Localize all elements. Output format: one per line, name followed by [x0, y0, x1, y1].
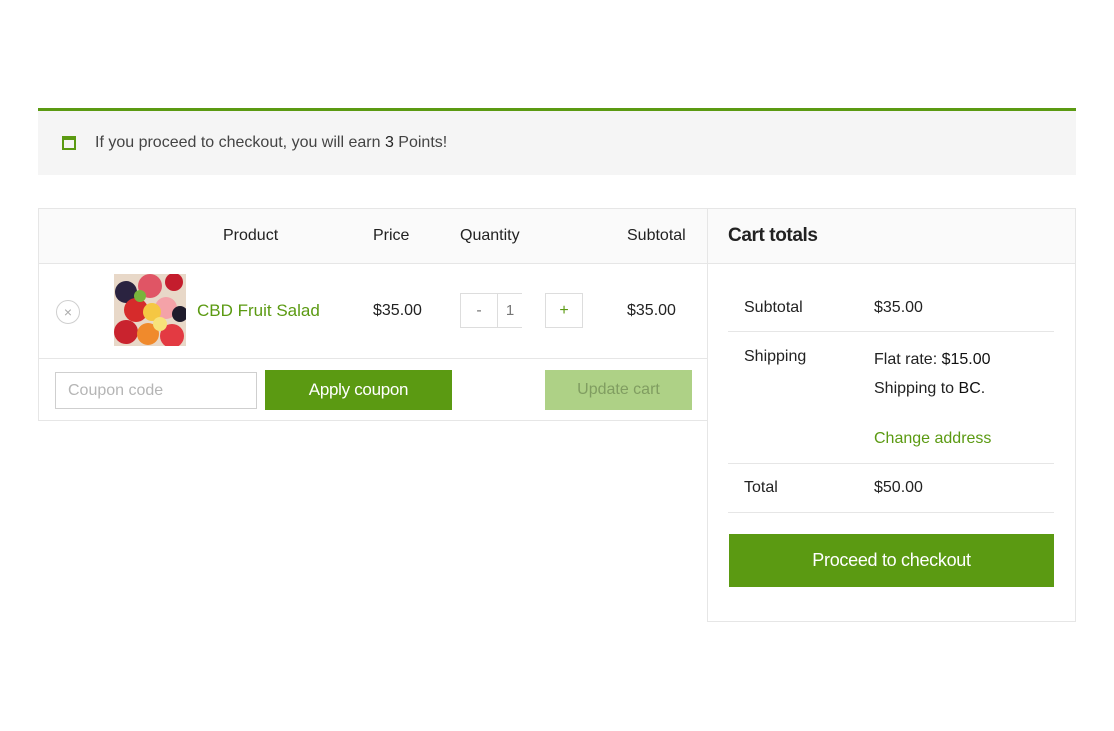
- points-notice-text: If you proceed to checkout, you will ear…: [95, 134, 448, 151]
- item-subtotal: $35.00: [627, 302, 676, 319]
- update-cart-button[interactable]: Update cart: [545, 370, 692, 410]
- shipping-destination: BC: [958, 380, 981, 397]
- apply-coupon-button[interactable]: Apply coupon: [265, 370, 452, 410]
- proceed-to-checkout-button[interactable]: Proceed to checkout: [729, 534, 1054, 587]
- cart-table: Product Price Quantity Subtotal × CBD Fr…: [38, 208, 708, 421]
- quantity-increase-button[interactable]: +: [545, 293, 583, 328]
- shipping-label: Shipping: [744, 348, 807, 365]
- quantity-stepper: - 1 +: [460, 293, 583, 328]
- shipping-to-text: Shipping to BC.: [874, 380, 986, 397]
- totals-shipping-row: Shipping Flat rate: $15.00 Shipping to B…: [728, 332, 1054, 464]
- product-name-link[interactable]: CBD Fruit Salad: [197, 301, 320, 321]
- cart-totals-panel: Cart totals Subtotal $35.00 Shipping Fla…: [707, 208, 1076, 622]
- item-price: $35.00: [373, 302, 422, 319]
- window-icon: [62, 136, 76, 150]
- total-label: Total: [744, 479, 778, 496]
- totals-subtotal-row: Subtotal $35.00: [728, 283, 1054, 332]
- flat-rate-value: $15.00: [941, 351, 991, 368]
- cart-totals-title: Cart totals: [728, 225, 818, 246]
- cart-totals-header: Cart totals: [708, 209, 1075, 264]
- header-subtotal: Subtotal: [627, 227, 686, 244]
- quantity-decrease-button[interactable]: -: [460, 293, 498, 328]
- cart-item-row: × CBD Fruit Salad $35.00 - 1 + $35.00: [39, 264, 707, 359]
- change-address-link[interactable]: Change address: [874, 430, 991, 448]
- subtotal-label: Subtotal: [744, 299, 803, 316]
- flat-rate-text: Flat rate: $15.00: [874, 351, 991, 368]
- points-count: 3: [384, 134, 394, 151]
- total-value: $50.00: [874, 479, 923, 496]
- cart-actions: Apply coupon Update cart: [39, 359, 707, 421]
- product-thumbnail[interactable]: [114, 274, 186, 346]
- header-quantity: Quantity: [460, 227, 520, 244]
- quantity-input[interactable]: 1: [498, 293, 522, 328]
- remove-item-icon[interactable]: ×: [56, 300, 80, 324]
- header-price: Price: [373, 227, 410, 244]
- totals-total-row: Total $50.00: [728, 464, 1054, 513]
- cart-table-header: Product Price Quantity Subtotal: [39, 209, 707, 264]
- coupon-code-input[interactable]: [55, 372, 257, 409]
- subtotal-value: $35.00: [874, 299, 923, 316]
- header-product: Product: [223, 227, 279, 244]
- points-notice: If you proceed to checkout, you will ear…: [38, 108, 1076, 175]
